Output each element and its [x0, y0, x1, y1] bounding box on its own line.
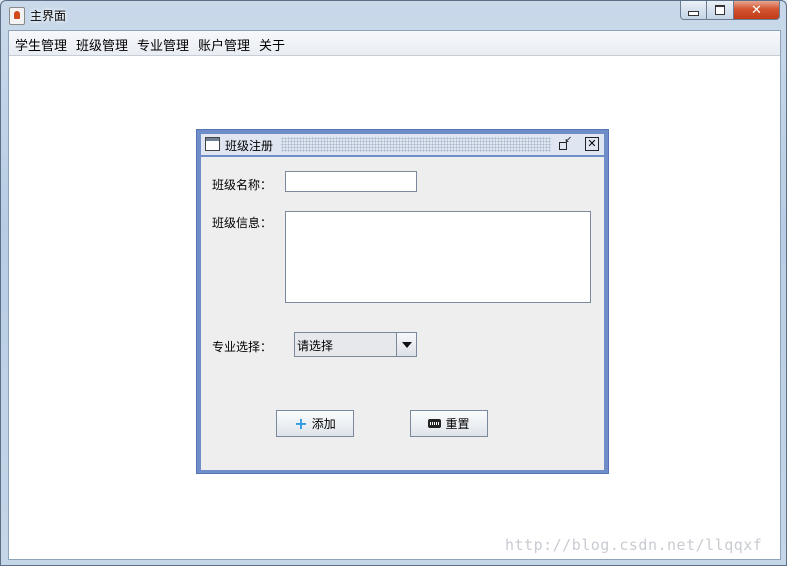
dialog-restore-button[interactable]: ↙	[559, 136, 573, 150]
class-name-input[interactable]	[285, 171, 417, 192]
menu-class-management[interactable]: 班级管理	[76, 35, 128, 54]
minimize-button[interactable]	[680, 1, 707, 20]
maximize-button[interactable]	[707, 1, 734, 20]
window-titlebar[interactable]: 主界面 ✕	[1, 1, 786, 29]
major-select-label: 专业选择：	[212, 340, 273, 354]
menu-major-management[interactable]: 专业管理	[137, 35, 189, 54]
menu-about[interactable]: 关于	[259, 35, 285, 54]
reset-button[interactable]: 重置	[410, 410, 488, 437]
close-button[interactable]: ✕	[734, 1, 780, 20]
dialog-title: 班级注册	[225, 139, 274, 153]
class-info-textarea[interactable]	[285, 211, 591, 303]
chevron-down-icon	[401, 341, 412, 348]
minimize-icon	[688, 10, 699, 16]
dialog-close-button[interactable]: ✕	[585, 137, 599, 151]
window-frame-icon	[205, 137, 220, 151]
menu-bar: 学生管理 班级管理 专业管理 账户管理 关于	[9, 31, 780, 56]
combobox-dropdown-button[interactable]	[396, 333, 416, 356]
class-name-label: 班级名称：	[212, 178, 273, 192]
java-app-icon	[9, 7, 25, 25]
major-selected-value: 请选择	[297, 339, 334, 353]
watermark-text: http://blog.csdn.net/llqqxf	[505, 536, 763, 554]
titlebar-grip	[281, 137, 551, 152]
add-button[interactable]: + 添加	[276, 410, 354, 437]
main-window: 主界面 ✕ 学生管理 班级管理 专业管理 账户管理 关于 班级注册 ↙ ✕ 班级…	[0, 0, 787, 566]
restore-arrow-icon: ↙	[564, 135, 572, 145]
reset-icon	[428, 419, 442, 428]
menu-student-management[interactable]: 学生管理	[15, 35, 67, 54]
window-controls: ✕	[680, 1, 780, 21]
reset-button-label: 重置	[445, 417, 470, 431]
class-register-dialog: 班级注册 ↙ ✕ 班级名称： 班级信息： 专业选择： 请选择 + 添加 重置	[196, 129, 609, 474]
dialog-close-icon: ✕	[587, 137, 597, 150]
client-area: 学生管理 班级管理 专业管理 账户管理 关于 班级注册 ↙ ✕ 班级名称： 班级…	[8, 30, 781, 560]
menu-account-management[interactable]: 账户管理	[198, 35, 250, 54]
dialog-titlebar[interactable]: 班级注册 ↙ ✕	[201, 134, 604, 155]
add-button-label: 添加	[311, 417, 336, 431]
dialog-body: 班级名称： 班级信息： 专业选择： 请选择 + 添加 重置	[201, 157, 604, 470]
maximize-icon	[715, 5, 725, 15]
class-info-label: 班级信息：	[212, 216, 273, 230]
plus-icon: +	[294, 413, 308, 433]
close-icon: ✕	[751, 2, 762, 18]
window-title: 主界面	[30, 9, 67, 23]
major-select-combobox[interactable]: 请选择	[294, 332, 417, 357]
